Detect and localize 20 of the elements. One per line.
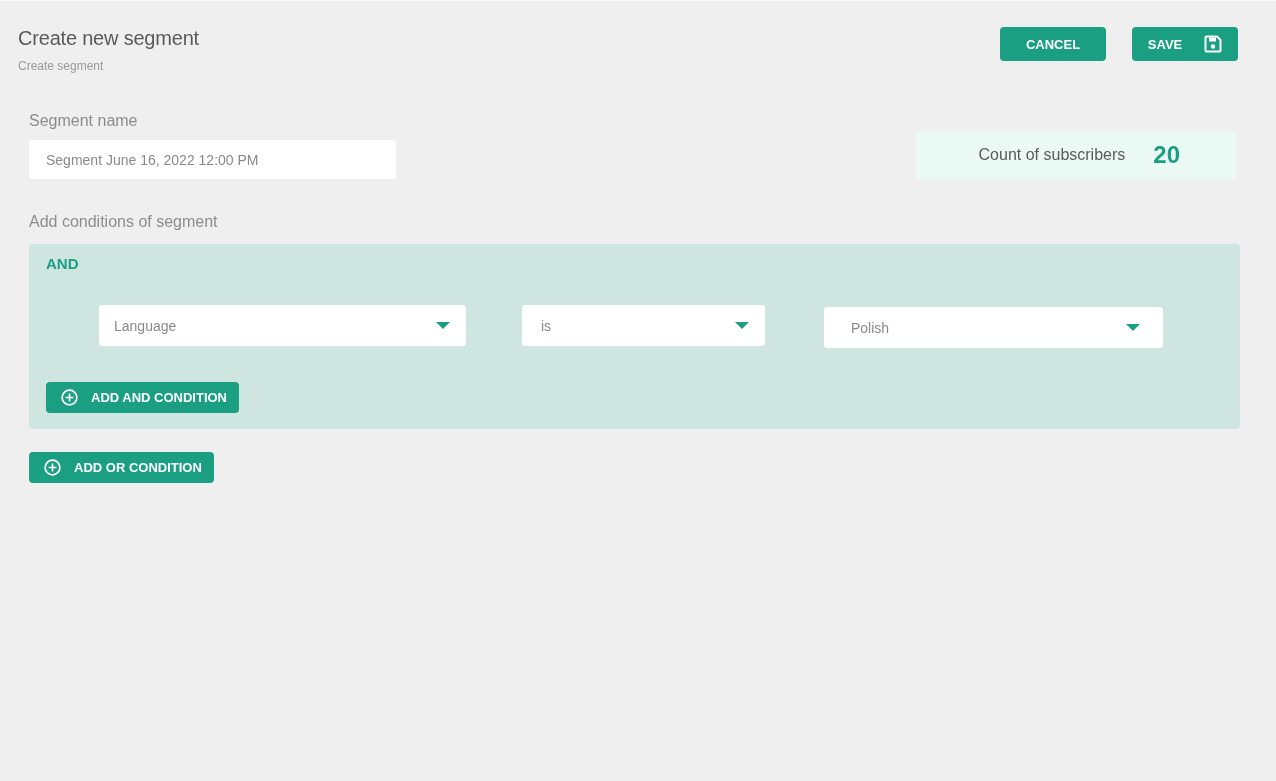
save-button[interactable]: SAVE — [1132, 27, 1238, 61]
plus-circle-icon — [44, 459, 61, 476]
cancel-button[interactable]: CANCEL — [1000, 27, 1106, 61]
plus-circle-icon — [61, 389, 78, 406]
add-and-condition-button[interactable]: ADD AND CONDITION — [46, 382, 239, 413]
page-title: Create new segment — [18, 26, 199, 50]
segment-name-input[interactable]: Segment June 16, 2022 12:00 PM — [29, 140, 396, 179]
count-value: 20 — [1153, 141, 1180, 169]
comparison-dropdown[interactable]: is — [522, 305, 765, 346]
caret-icon — [1126, 324, 1140, 331]
section-label: Add conditions of segment — [29, 212, 219, 232]
operator-label: AND — [46, 255, 79, 273]
field-dropdown[interactable]: Language — [99, 305, 466, 346]
caret-icon — [735, 322, 749, 329]
caret-icon — [436, 322, 450, 329]
add-or-condition-button[interactable]: ADD OR CONDITION — [29, 452, 214, 483]
field-label: Segment name — [29, 111, 138, 131]
count-label: Count of subscribers — [978, 146, 1126, 164]
page-subtitle: Create segment — [18, 58, 105, 74]
value-dropdown[interactable]: Polish — [824, 307, 1163, 348]
